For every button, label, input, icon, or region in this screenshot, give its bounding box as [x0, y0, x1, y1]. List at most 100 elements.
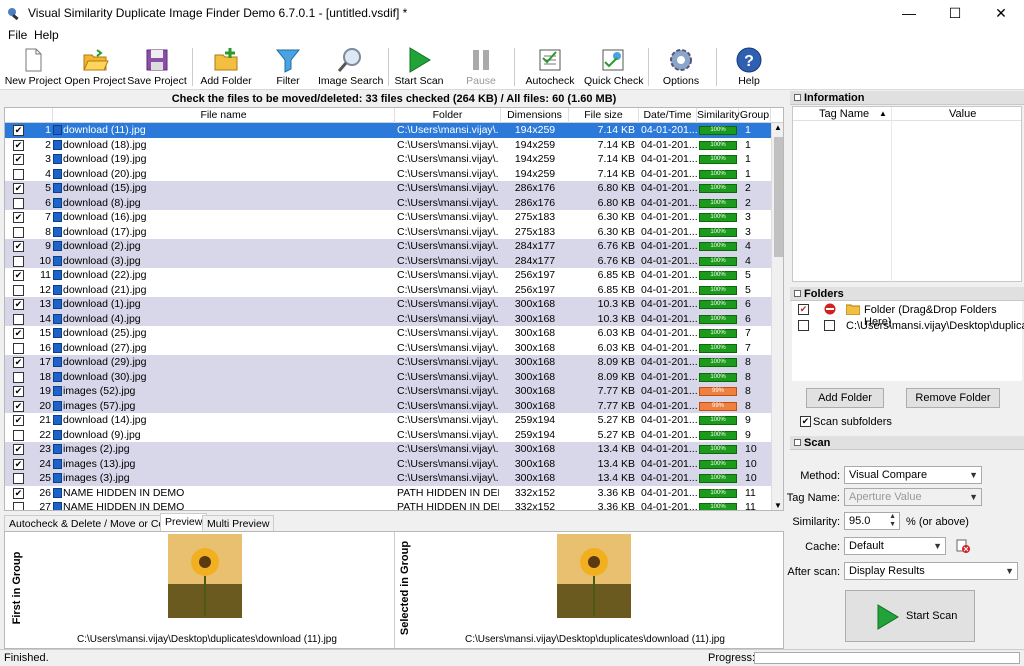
table-row[interactable]: ✔ 11 download (22).jpg C:\Users\mansi.vijay…: [5, 268, 771, 283]
cache-select[interactable]: Default ▼: [844, 537, 946, 555]
table-row[interactable]: 25 images (3).jpg C:\Users\mansi.vijay\...…: [5, 471, 771, 486]
col-folder[interactable]: Folder: [395, 108, 501, 123]
table-row[interactable]: ✔ 7 download (16).jpg C:\Users\mansi.vijay\…: [5, 210, 771, 225]
folders-header[interactable]: Folders: [790, 287, 1024, 301]
table-row[interactable]: 4 download (20).jpg C:\Users\mansi.vijay\.…: [5, 167, 771, 182]
table-row[interactable]: ✔ 17 download (29).jpg C:\Users\mansi.vijay…: [5, 355, 771, 370]
folder-item-path-checkbox[interactable]: [798, 320, 809, 331]
table-row[interactable]: ✔ 15 download (25).jpg C:\Users\mansi.vijay…: [5, 326, 771, 341]
pause-button[interactable]: Pause: [456, 44, 506, 90]
table-row[interactable]: ✔ 5 download (15).jpg C:\Users\mansi.vijay\…: [5, 181, 771, 196]
clear-cache-icon[interactable]: [956, 539, 970, 553]
row-checkbox[interactable]: ✔: [13, 328, 24, 339]
row-checkbox[interactable]: ✔: [13, 125, 24, 136]
information-grid[interactable]: Tag Name ▲ Value: [792, 106, 1022, 283]
row-checkbox[interactable]: ✔: [13, 154, 24, 165]
row-checkbox[interactable]: ✔: [13, 212, 24, 223]
row-checkbox[interactable]: ✔: [13, 400, 24, 412]
row-checkbox[interactable]: ✔: [13, 487, 24, 499]
row-checkbox[interactable]: ✔: [13, 415, 24, 426]
spin-icon[interactable]: ▲ ▼: [889, 513, 896, 529]
image-search-button[interactable]: Image Search: [318, 44, 383, 90]
table-row[interactable]: 12 download (21).jpg C:\Users\mansi.vijay\…: [5, 283, 771, 298]
row-checkbox[interactable]: ✔: [13, 458, 24, 470]
table-row[interactable]: ✔ 13 download (1).jpg C:\Users\mansi.vijay\…: [5, 297, 771, 312]
table-row[interactable]: ✔ 23 images (2).jpg C:\Users\mansi.vijay\..…: [5, 442, 771, 457]
scroll-thumb[interactable]: [774, 137, 783, 257]
add-folder-panel-button[interactable]: Add Folder: [806, 388, 884, 408]
scan-start-button[interactable]: Start Scan: [845, 590, 975, 642]
first-image-thumbnail[interactable]: [168, 534, 242, 618]
results-grid[interactable]: File name Folder Dimensions File size Da…: [4, 107, 784, 511]
col-dimensions[interactable]: Dimensions: [501, 108, 569, 123]
scroll-down-icon[interactable]: ▼: [774, 501, 782, 510]
col-similarity[interactable]: Similarity: [697, 108, 740, 123]
collapse-icon[interactable]: [794, 439, 801, 446]
open-project-button[interactable]: Open Project: [64, 44, 126, 90]
table-row[interactable]: ✔ 9 download (2).jpg C:\Users\mansi.vijay\.…: [5, 239, 771, 254]
method-select[interactable]: Visual Compare ▼: [844, 466, 982, 484]
folders-list[interactable]: ✔ Folder (Drag&Drop Folders Here) C:\Use…: [792, 301, 1024, 381]
scan-header[interactable]: Scan: [790, 436, 1024, 450]
row-checkbox[interactable]: ✔: [13, 183, 24, 194]
table-row[interactable]: 22 download (9).jpg C:\Users\mansi.vijay\.…: [5, 428, 771, 443]
autocheck-button[interactable]: Autocheck: [522, 44, 578, 90]
grid-scrollbar[interactable]: ▲ ▼: [771, 123, 783, 510]
options-button[interactable]: Options: [656, 44, 706, 90]
menu-help[interactable]: Help: [34, 28, 59, 42]
scan-subfolders-checkbox[interactable]: ✔: [800, 416, 811, 427]
row-checkbox[interactable]: [13, 502, 24, 510]
col-check[interactable]: [5, 108, 53, 123]
information-header[interactable]: Information: [790, 91, 1024, 105]
menu-file[interactable]: File: [8, 28, 27, 42]
table-row[interactable]: ✔ 19 images (52).jpg C:\Users\mansi.vijay\.…: [5, 384, 771, 399]
row-checkbox[interactable]: [13, 255, 24, 267]
table-row[interactable]: 14 download (4).jpg C:\Users\mansi.vijay\.…: [5, 311, 771, 326]
add-folder-button[interactable]: Add Folder: [198, 44, 254, 90]
collapse-icon[interactable]: [794, 290, 801, 297]
col-group[interactable]: Group: [739, 108, 771, 123]
maximize-button[interactable]: ☐: [932, 0, 978, 26]
row-checkbox[interactable]: ✔: [13, 241, 24, 252]
row-checkbox[interactable]: [13, 284, 24, 296]
col-tag-name[interactable]: Tag Name: [819, 108, 869, 120]
tag-name-select[interactable]: Aperture Value ▼: [844, 488, 982, 506]
row-checkbox[interactable]: ✔: [13, 386, 24, 397]
col-value[interactable]: Value: [949, 108, 976, 120]
start-scan-button[interactable]: Start Scan: [394, 44, 444, 90]
selected-image-thumbnail[interactable]: [557, 534, 631, 618]
after-scan-select[interactable]: Display Results ▼: [844, 562, 1018, 580]
row-checkbox[interactable]: [13, 226, 24, 238]
row-checkbox[interactable]: ✔: [13, 444, 24, 455]
table-row[interactable]: ✔ 3 download (19).jpg C:\Users\mansi.vijay\…: [5, 152, 771, 167]
scroll-up-icon[interactable]: ▲: [774, 123, 782, 132]
save-project-button[interactable]: Save Project: [127, 44, 187, 90]
table-row[interactable]: ✔ 1 download (11).jpg C:\Users\mansi.vijay\…: [5, 123, 771, 138]
row-checkbox[interactable]: [13, 342, 24, 354]
table-row[interactable]: 27 NAME HIDDEN IN DEMO PATH HIDDEN IN DEMO…: [5, 500, 771, 510]
new-project-button[interactable]: New Project: [4, 44, 62, 90]
close-button[interactable]: ✕: [978, 0, 1024, 26]
remove-icon[interactable]: [824, 303, 836, 315]
tab-autocheck[interactable]: Autocheck & Delete / Move or Copy: [4, 515, 181, 531]
filter-button[interactable]: Filter: [262, 44, 314, 90]
folder-item-path-subfolder-checkbox[interactable]: [824, 320, 835, 331]
similarity-input[interactable]: 95.0 ▲ ▼: [844, 512, 900, 530]
table-row[interactable]: ✔ 20 images (57).jpg C:\Users\mansi.vijay\.…: [5, 398, 771, 413]
row-checkbox[interactable]: [13, 197, 24, 209]
table-row[interactable]: 16 download (27).jpg C:\Users\mansi.vijay\…: [5, 341, 771, 356]
row-checkbox[interactable]: [13, 473, 24, 484]
col-file-size[interactable]: File size: [569, 108, 639, 123]
row-checkbox[interactable]: [13, 371, 24, 383]
folder-item-path-label[interactable]: C:\Users\mansi.vijay\Desktop\duplicates\: [846, 320, 1024, 332]
col-date-time[interactable]: Date/Time: [639, 108, 697, 123]
table-row[interactable]: 10 download (3).jpg C:\Users\mansi.vijay\.…: [5, 253, 771, 268]
table-row[interactable]: 6 download (8).jpg C:\Users\mansi.vijay\..…: [5, 195, 771, 210]
table-row[interactable]: 8 download (17).jpg C:\Users\mansi.vijay\.…: [5, 225, 771, 240]
table-row[interactable]: ✔ 26 NAME HIDDEN IN DEMO PATH HIDDEN IN DEM…: [5, 486, 771, 501]
table-row[interactable]: ✔ 2 download (18).jpg C:\Users\mansi.vijay\…: [5, 138, 771, 153]
quick-check-button[interactable]: Quick Check: [584, 44, 644, 90]
row-checkbox[interactable]: ✔: [13, 270, 24, 281]
row-checkbox[interactable]: [13, 168, 24, 180]
remove-folder-button[interactable]: Remove Folder: [906, 388, 1000, 408]
